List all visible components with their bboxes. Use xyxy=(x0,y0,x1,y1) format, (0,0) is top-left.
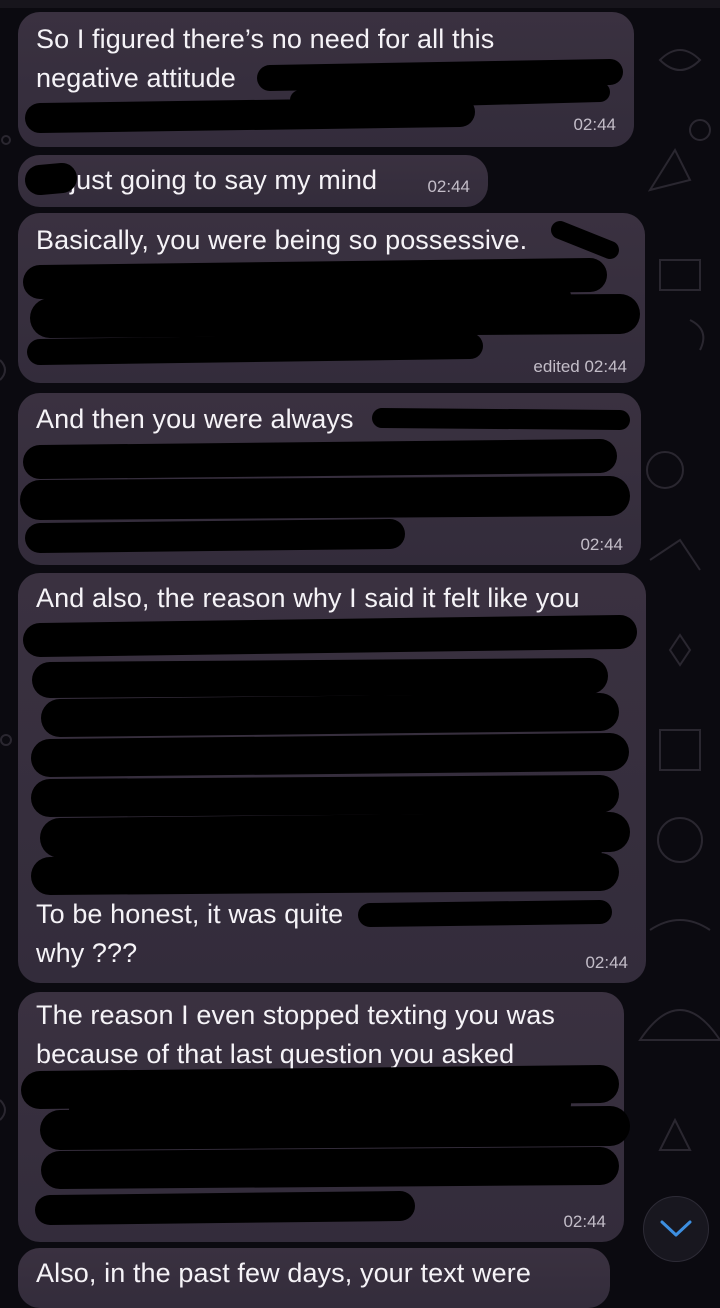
message-timestamp: edited 02:44 xyxy=(533,357,627,376)
message-text: just going to say my mind xyxy=(70,165,378,195)
message-text: So I figured there’s no need for all thi… xyxy=(36,24,495,54)
chevron-down-icon xyxy=(660,1220,692,1237)
chat-history[interactable]: So I figured there’s no need for all thi… xyxy=(0,0,720,1308)
message-timestamp: 02:44 xyxy=(427,177,470,196)
message-text: negative attitude xyxy=(36,63,236,93)
message-text: Also, in the past few days, your text we… xyxy=(36,1258,531,1288)
message-bubble[interactable]: Also, in the past few days, your text we… xyxy=(18,1248,610,1308)
message-text: And also, the reason why I said it felt … xyxy=(36,583,580,613)
message-bubble[interactable]: So I figured there’s no need for all thi… xyxy=(18,12,634,147)
message-bubble[interactable]: Basically, you were being so possessive.… xyxy=(18,213,645,383)
message-text: Basically, you were being so possessive. xyxy=(36,225,528,255)
message-text: And then you were always xyxy=(36,404,354,434)
message-bubble[interactable]: The reason I even stopped texting you wa… xyxy=(18,992,624,1242)
message-text: To be honest, it was quite xyxy=(36,899,344,929)
message-text: because of that last question you asked xyxy=(36,1039,515,1069)
message-timestamp: 02:44 xyxy=(585,953,628,972)
message-timestamp: 02:44 xyxy=(573,115,616,134)
message-bubble[interactable]: And also, the reason why I said it felt … xyxy=(18,573,646,983)
message-bubble[interactable]: just going to say my mind 02:44 xyxy=(18,155,488,207)
message-text: The reason I even stopped texting you wa… xyxy=(36,1000,555,1030)
message-timestamp: 02:44 xyxy=(563,1212,606,1231)
message-bubble[interactable]: And then you were always 02:44 xyxy=(18,393,641,565)
message-text: why ??? xyxy=(36,938,138,968)
message-timestamp: 02:44 xyxy=(580,535,623,554)
scroll-to-bottom-button[interactable] xyxy=(643,1196,709,1262)
